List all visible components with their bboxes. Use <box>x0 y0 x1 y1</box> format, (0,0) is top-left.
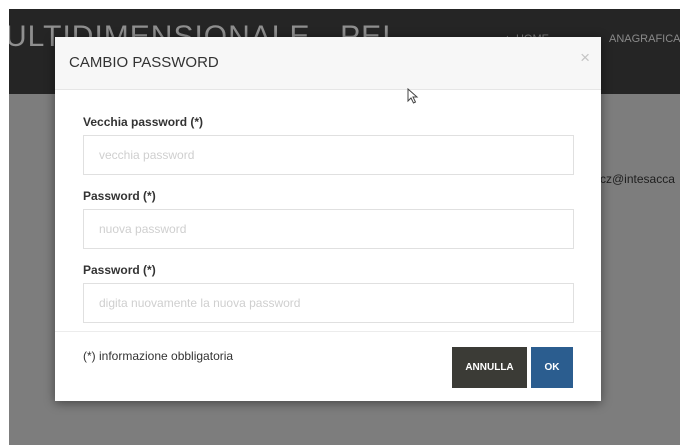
user-email: cz@intesacca <box>600 172 675 186</box>
required-fields-note: (*) informazione obbligatoria <box>83 349 234 363</box>
nav-anagrafica-link[interactable]: ANAGRAFICA <box>609 33 680 45</box>
mouse-cursor-icon <box>407 88 419 104</box>
ok-button[interactable]: OK <box>531 347 573 388</box>
old-password-label: Vecchia password (*) <box>83 115 204 129</box>
new-password-label: Password (*) <box>83 189 156 203</box>
dialog-title: CAMBIO PASSWORD <box>69 54 219 71</box>
dialog-footer: (*) informazione obbligatoria ANNULLA OK <box>55 331 601 402</box>
confirm-password-label: Password (*) <box>83 263 156 277</box>
close-icon[interactable]: × <box>580 49 590 66</box>
change-password-dialog: CAMBIO PASSWORD × Vecchia password (*) P… <box>55 37 601 401</box>
dialog-header: CAMBIO PASSWORD × <box>55 37 601 90</box>
confirm-password-input[interactable] <box>83 283 574 323</box>
new-password-input[interactable] <box>83 209 574 249</box>
old-password-input[interactable] <box>83 135 574 175</box>
cancel-button[interactable]: ANNULLA <box>452 347 527 388</box>
